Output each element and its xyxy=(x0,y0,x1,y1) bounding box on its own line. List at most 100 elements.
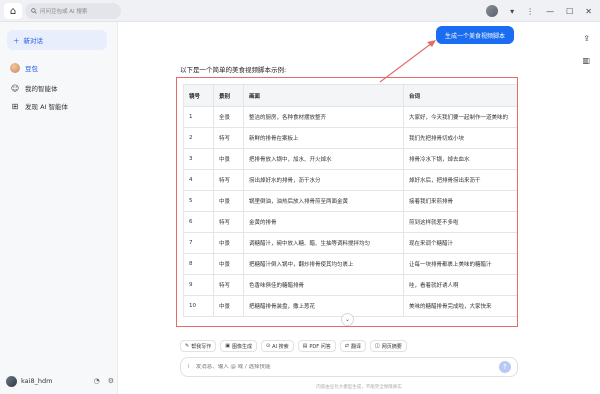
cell: 把排骨放入锅中，加水、开火焯水 xyxy=(243,148,404,170)
tool-translate[interactable]: ⇄ 翻译 xyxy=(339,340,366,352)
chevron-down-icon[interactable]: ▾ xyxy=(510,7,514,16)
discover-icon: ⊞ xyxy=(11,101,19,111)
cell: 6 xyxy=(183,211,214,233)
tool-image[interactable]: ▣ 图像生成 xyxy=(220,340,257,352)
sidebar-item-discover[interactable]: ⊞ 发现 AI 智能体 xyxy=(7,98,111,114)
title-bar: ⌂ 问问豆包或 AI 搜索 ▾ ⋮ — ☐ ✕ xyxy=(0,0,600,22)
skill-toolbar: ✎ 帮我写作 ▣ 图像生成 ⊙ AI 搜索 ▤ PDF 问答 ⇄ 翻译 ◫ 网页摘要 xyxy=(180,340,407,352)
cell: 锅里倒油，油热后放入排骨煎至两面金黄 xyxy=(243,190,404,212)
message-input[interactable] xyxy=(195,364,493,370)
sidebar-item-label: 我的智能体 xyxy=(25,85,58,93)
table-row: 1 全景 整洁的厨房，各种食材摆放整齐 大家好，今天我们要一起制作一道美味的 xyxy=(183,106,517,128)
cell: 全景 xyxy=(213,106,244,128)
account-avatar[interactable] xyxy=(486,5,499,17)
sidebar-item-doubao[interactable]: 豆包 xyxy=(7,60,111,76)
tool-writing[interactable]: ✎ 帮我写作 xyxy=(180,340,217,352)
tool-label: 网页摘要 xyxy=(381,343,402,350)
table-header-row: 镜号 景别 画面 台词 xyxy=(183,84,517,107)
table-row: 2 特写 新鲜的排骨在案板上 我们先把排骨切成小块 xyxy=(183,127,517,149)
search-icon xyxy=(31,8,37,14)
cell: 9 xyxy=(183,274,214,296)
table-row: 3 中景 把排骨放入锅中，加水、开火焯水 排骨冷水下锅，焯去血水 xyxy=(183,148,517,170)
send-button[interactable]: ↑ xyxy=(499,361,511,373)
tool-ai-search[interactable]: ⊙ AI 搜索 xyxy=(260,340,294,352)
cell: 焯好水后，把排骨捞出来沥干 xyxy=(403,169,517,191)
tool-label: 翻译 xyxy=(350,343,361,350)
message-input-bar: ⌇ ↑ xyxy=(180,357,518,377)
tool-label: 帮我写作 xyxy=(191,343,212,350)
cell: 5 xyxy=(183,190,214,212)
chat-area: 生成一个美食视频脚本 ⇪ ▥ 以下是一个简单的美食视频脚本示例: 镜号 景别 画… xyxy=(118,22,600,394)
cell: 7 xyxy=(183,232,214,254)
new-chat-button[interactable]: ＋ 新对话 xyxy=(7,30,107,50)
cell: 2 xyxy=(183,127,214,149)
cell: 10 xyxy=(183,295,214,317)
share-icon[interactable]: ⇪ xyxy=(583,34,590,43)
table-row: 8 中景 把糖醋汁倒入锅中，翻炒排骨使其均匀裹上 让每一块排骨都裹上美味的糖醋汁 xyxy=(183,253,517,275)
username: kai8_hdm xyxy=(21,377,53,385)
close-icon[interactable]: ✕ xyxy=(585,7,592,16)
header-framing: 景别 xyxy=(213,84,244,107)
cell: 哇，看着就好诱人啊 xyxy=(403,274,517,296)
cell: 特写 xyxy=(213,127,244,149)
table-row: 9 特写 色香味俱佳的糖醋排骨 哇，看着就好诱人啊 xyxy=(183,274,517,296)
attachment-icon[interactable]: ⌇ xyxy=(187,364,190,370)
header-scene: 画面 xyxy=(243,84,404,107)
user-message-bubble: 生成一个美食视频脚本 xyxy=(436,26,514,44)
cell: 接着我们来煎排骨 xyxy=(403,190,517,212)
cell: 特写 xyxy=(213,274,244,296)
table-row: 7 中景 调糖醋汁，碗中放入糖、醋、生抽等调料搅拌均匀 现在来调个糖醋汁 xyxy=(183,232,517,254)
search-placeholder: 问问豆包或 AI 搜索 xyxy=(40,9,88,15)
cell: 整洁的厨房，各种食材摆放整齐 xyxy=(243,106,404,128)
sidebar-toggle-icon[interactable]: ▥ xyxy=(582,56,590,65)
cell: 中景 xyxy=(213,148,244,170)
window-controls: ▾ ⋮ — ☐ ✕ xyxy=(486,0,600,22)
sidebar: ＋ 新对话 豆包 ☺ 我的智能体 ⊞ 发现 AI 智能体 kai8_hdm ◔ … xyxy=(0,22,118,394)
plus-icon: ＋ xyxy=(13,37,20,45)
tool-pdf[interactable]: ▤ PDF 问答 xyxy=(297,340,336,352)
sidebar-item-label: 发现 AI 智能体 xyxy=(25,103,68,111)
cell: 中景 xyxy=(213,295,244,317)
cell: 美味的糖醋排骨完成啦，大家快来 xyxy=(403,295,517,317)
avatar xyxy=(6,375,17,387)
home-icon[interactable]: ⌂ xyxy=(4,3,22,19)
cell: 让每一块排骨都裹上美味的糖醋汁 xyxy=(403,253,517,275)
cell: 调糖醋汁，碗中放入糖、醋、生抽等调料搅拌均匀 xyxy=(243,232,404,254)
cell: 煎到这样就差不多啦 xyxy=(403,211,517,233)
gear-icon[interactable]: ⚙ xyxy=(108,377,114,385)
cell: 排骨冷水下锅，焯去血水 xyxy=(403,148,517,170)
cell: 3 xyxy=(183,148,214,170)
cell: 特写 xyxy=(213,169,244,191)
user-row[interactable]: kai8_hdm ◔ ⚙ xyxy=(6,374,114,388)
cell: 8 xyxy=(183,253,214,275)
cell: 大家好，今天我们要一起制作一道美味的 xyxy=(403,106,517,128)
translate-icon: ⇄ xyxy=(344,343,349,349)
tool-label: PDF 问答 xyxy=(309,343,331,350)
sidebar-item-label: 豆包 xyxy=(25,65,38,73)
script-table-container[interactable]: 镜号 景别 画面 台词 1 全景 整洁的厨房，各种食材摆放整齐 大家好，今天我们要一起… xyxy=(183,84,517,322)
search-icon: ⊙ xyxy=(265,343,271,349)
header-shot: 镜号 xyxy=(183,84,214,107)
disclaimer: 内容由豆包大模型生成，不能完全保障真实 xyxy=(316,385,402,390)
more-icon[interactable]: ⋮ xyxy=(526,7,534,16)
script-table: 镜号 景别 画面 台词 1 全景 整洁的厨房，各种食材摆放整齐 大家好，今天我们要一起… xyxy=(183,84,517,317)
cell: 色香味俱佳的糖醋排骨 xyxy=(243,274,404,296)
cell: 把糖醋汁倒入锅中，翻炒排骨使其均匀裹上 xyxy=(243,253,404,275)
cell: 我们先把排骨切成小块 xyxy=(403,127,517,149)
new-chat-label: 新对话 xyxy=(23,37,44,45)
cell: 现在来调个糖醋汁 xyxy=(403,232,517,254)
cell: 捞出焯好水的排骨，沥干水分 xyxy=(243,169,404,191)
cell: 金黄的排骨 xyxy=(243,211,404,233)
tool-label: AI 搜索 xyxy=(272,343,289,350)
image-icon: ▣ xyxy=(225,343,230,349)
minimize-icon[interactable]: — xyxy=(546,7,554,16)
message-icon[interactable]: ◔ xyxy=(94,377,100,385)
cell: 4 xyxy=(183,169,214,191)
cell: 新鲜的排骨在案板上 xyxy=(243,127,404,149)
search-bar[interactable]: 问问豆包或 AI 搜索 xyxy=(25,3,121,19)
sidebar-item-my-agents[interactable]: ☺ 我的智能体 xyxy=(7,80,111,96)
cell: 特写 xyxy=(213,211,244,233)
tool-web-summary[interactable]: ◫ 网页摘要 xyxy=(369,340,407,352)
scroll-down-icon[interactable]: ⌄ xyxy=(341,313,354,326)
maximize-icon[interactable]: ☐ xyxy=(566,7,573,16)
